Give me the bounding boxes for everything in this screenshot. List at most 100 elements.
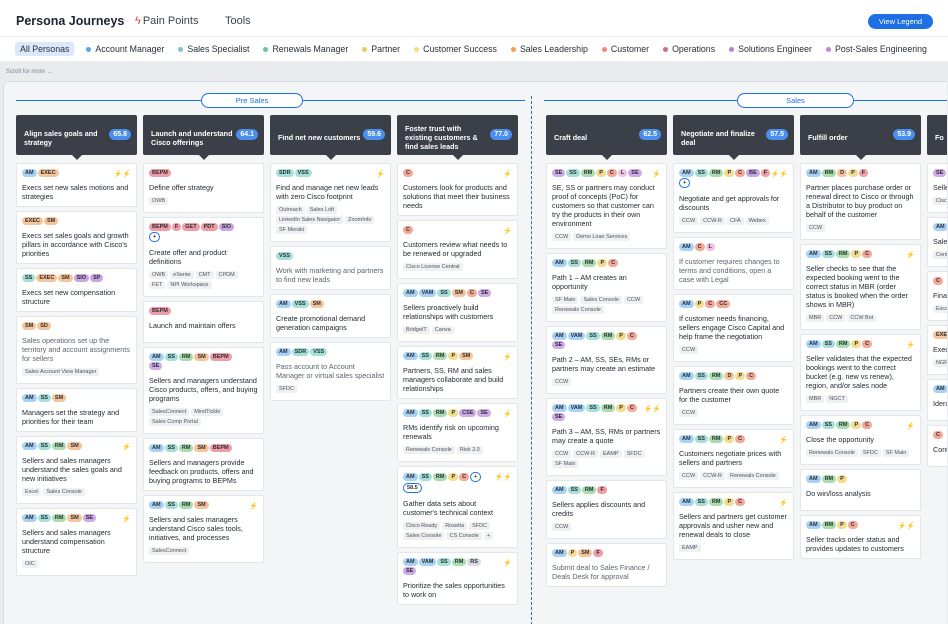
tool-chip[interactable]: CPDM — [215, 271, 238, 279]
tool-chip[interactable]: CCW-R — [573, 450, 598, 458]
tool-chip[interactable]: CMT — [195, 271, 214, 279]
persona-filter[interactable]: All Personas — [15, 42, 75, 56]
tool-chip[interactable]: NPI Workspace — [167, 281, 212, 289]
journey-card[interactable]: AM VSS SM Create promotional demand generat… — [270, 294, 391, 338]
tool-chip[interactable]: SFDC — [469, 522, 491, 530]
journey-card[interactable]: AM Ident subs — [927, 379, 947, 421]
tool-chip[interactable]: SFDC — [623, 450, 645, 458]
journey-card[interactable]: VSS Work with marketing and partners to f… — [270, 246, 391, 290]
persona-filter[interactable]: Sales Specialist — [178, 44, 249, 54]
tool-chip[interactable]: EAMP — [679, 544, 701, 552]
tool-chip[interactable]: CS Console — [446, 532, 482, 540]
tool-chip[interactable]: MindTickle — [191, 408, 224, 416]
journey-card[interactable]: AM SS RM SM ⚡ Sellers and sales managers unde… — [16, 436, 137, 504]
tool-chip[interactable]: SalesConnect — [149, 408, 190, 416]
tool-chip[interactable]: Webex — [745, 217, 769, 225]
tool-chip[interactable]: Outreach — [276, 206, 305, 214]
tool-chip[interactable]: Cisco License Central — [403, 263, 463, 271]
journey-card[interactable]: BEPM Launch and maintain offers — [143, 301, 264, 343]
journey-card[interactable]: SS EXEC SM SIO SP Execs set new compensation … — [16, 268, 137, 312]
persona-filter[interactable]: Customer — [601, 44, 649, 54]
tool-chip[interactable]: SalesConnect — [149, 547, 190, 555]
journey-card[interactable]: AM SS RM P C +58.5 ⚡⚡ Gather data sets about cu… — [397, 466, 518, 548]
persona-filter[interactable]: Partner — [362, 44, 400, 54]
persona-filter[interactable]: Renewals Manager — [263, 44, 348, 54]
journey-card[interactable]: AM SS RM P C BE F + ⚡⚡ Negotiate and get approval… — [673, 163, 794, 233]
tool-chip[interactable]: MBR — [806, 314, 825, 322]
tool-chip[interactable]: Demo Loan Services — [573, 233, 631, 241]
journey-card[interactable]: AM SS RM SM ⚡ Sellers and sales managers unde… — [143, 495, 264, 563]
tool-chip[interactable]: SF Main — [552, 460, 579, 468]
column-header[interactable]: Fulfill order 53.9 — [800, 115, 921, 160]
tab-pain-points[interactable]: ϟ Pain Points — [135, 15, 198, 27]
journey-card[interactable]: AM C L If customer requires changes to term… — [673, 237, 794, 290]
tool-chip[interactable]: SFDC — [276, 385, 297, 393]
tool-chip[interactable]: Canva — [431, 326, 454, 334]
journey-card[interactable]: AM VAM SS RM P C SE ⚡⚡ Path 3 – AM, SS, RMs or p… — [546, 398, 667, 476]
journey-card[interactable]: C Finar and Exca — [927, 271, 947, 321]
tool-chip[interactable]: SF Meraki — [276, 226, 308, 234]
column-header[interactable]: Craft deal 62.5 — [546, 115, 667, 160]
journey-card[interactable]: AM EXEC ⚡⚡ Execs set new sales motions and … — [16, 163, 137, 207]
journey-card[interactable]: AM P C CC If customer needs financing, selle… — [673, 294, 794, 362]
journey-card[interactable]: AM VAM SS RM RS SE ⚡ Prioritize the sales oppor… — [397, 552, 518, 605]
tool-chip[interactable]: SF Main — [882, 449, 910, 457]
tool-chip[interactable]: Risk 2.0 — [456, 446, 483, 454]
journey-card[interactable]: AM RM P Do win/loss analysis — [800, 469, 921, 511]
column-header[interactable]: Launch and understand Cisco offerings 64.… — [143, 115, 264, 160]
journey-card[interactable]: BEPM F GET PDT SIO + Create offer and product … — [143, 217, 264, 297]
journey-card[interactable]: AM VAM SS RM P C SE Path 2 – AM, SS, SEs, RMs o… — [546, 326, 667, 394]
journey-card[interactable]: C ⚡ Customers look for products and soluti… — [397, 163, 518, 216]
tool-chip[interactable]: OWB — [149, 197, 169, 205]
tool-chip[interactable]: CCW — [679, 472, 699, 480]
journey-card[interactable]: C ⚡ Customers review what needs to be rene… — [397, 220, 518, 279]
journey-card[interactable]: AM VAM SS SM C SE Sellers proactively build re… — [397, 283, 518, 342]
tool-chip[interactable]: CCW — [623, 296, 644, 304]
journey-card[interactable]: AM SS RM F Sellers applies discounts and cre… — [546, 480, 667, 539]
journey-card[interactable]: C Cont usag — [927, 425, 947, 467]
journey-card[interactable]: SE SS RM P C L SE ⚡ SE, SS or partners may condu… — [546, 163, 667, 249]
tool-chip[interactable]: Sales Comp Portal — [149, 418, 201, 426]
tool-chip[interactable]: CCW Bot — [847, 314, 877, 322]
tab-tools[interactable]: Tools — [225, 15, 251, 27]
tool-chip[interactable]: Sales Account View Manager — [22, 368, 100, 376]
tool-chip[interactable]: MBR — [806, 395, 825, 403]
tool-chip[interactable]: Excel — [22, 488, 42, 496]
journey-card[interactable]: AM SS RM SM BEPM Sellers and managers provide… — [143, 438, 264, 491]
view-legend-button[interactable]: View Legend — [868, 14, 933, 29]
tool-chip[interactable]: CCW — [679, 346, 699, 354]
journey-card[interactable]: AM SS RM D P C Partners create their own quote… — [673, 366, 794, 425]
journey-card[interactable]: AM SS RM SM SE ⚡ Sellers and sales managers un… — [16, 508, 137, 576]
tool-chip[interactable]: Sales Console — [43, 488, 85, 496]
column-header[interactable]: Negotiate and finalize deal 57.5 — [673, 115, 794, 160]
tool-chip[interactable]: Renewals Console — [806, 449, 858, 457]
column-header[interactable]: Find net new customers 59.6 — [270, 115, 391, 160]
tool-chip[interactable]: CCW-R — [700, 217, 725, 225]
tool-chip[interactable]: NGF — [933, 359, 947, 367]
tool-chip[interactable]: Sales Loft — [306, 206, 338, 214]
journey-card[interactable]: EXEC SM Execs set sales goals and growth p… — [16, 211, 137, 264]
tool-chip[interactable]: CCW — [826, 314, 846, 322]
persona-filter[interactable]: Customer Success — [414, 44, 497, 54]
tool-chip[interactable]: CCW — [679, 409, 699, 417]
phase-pre-sales[interactable]: Pre Sales — [201, 93, 303, 108]
column-header[interactable]: Align sales goals and strategy 65.8 — [16, 115, 137, 160]
tool-chip[interactable]: OIC — [22, 560, 38, 568]
tool-chip[interactable]: CCW — [552, 450, 572, 458]
journey-card[interactable]: AM SS RM P CSE SE ⚡ RMs identify risk on upcomi… — [397, 403, 518, 462]
tool-chip[interactable]: Cisco Ready — [403, 522, 441, 530]
tool-chip[interactable]: CCW — [806, 224, 826, 232]
tool-chip[interactable]: OWB — [149, 271, 169, 279]
tool-chip[interactable]: FET — [149, 281, 166, 289]
column-header[interactable]: Fo — [927, 115, 947, 155]
journey-card[interactable]: SE Selle CiscNGF — [927, 163, 947, 213]
tool-chip[interactable]: SFDC — [859, 449, 881, 457]
journey-card[interactable]: AM SS RM P SM ⚡ Partners, SS, RM and sales man… — [397, 346, 518, 399]
tool-chip[interactable]: Renewals Console — [726, 472, 779, 480]
journey-card[interactable]: AM SS RM SM BEPM SE Sellers and managers under… — [143, 347, 264, 434]
tool-chip[interactable]: Sales Console — [403, 532, 445, 540]
tool-chip[interactable]: eSente — [170, 271, 194, 279]
tool-chip[interactable]: CCW — [552, 378, 572, 386]
tool-chip[interactable]: CCW-R — [700, 472, 725, 480]
journey-card[interactable]: AM RM D P F Partner places purchase order or … — [800, 163, 921, 240]
